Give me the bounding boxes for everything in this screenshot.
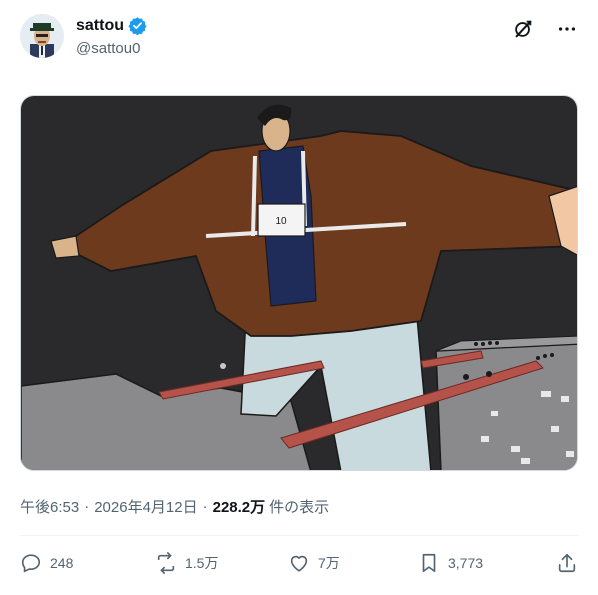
views-label: 件の表示 [269,499,330,516]
reply-icon [21,554,41,573]
views-count: 228.2万 [212,499,266,516]
author-handle[interactable]: @sattou0 [76,40,140,57]
divider [20,535,578,536]
share-icon [558,553,576,573]
post-date[interactable]: 2026年4月12日 [94,496,197,517]
reply-button[interactable]: 248 [20,552,73,574]
reply-count: 248 [50,555,74,571]
bib-number: 10 [275,216,287,227]
like-button[interactable]: 7万 [288,552,340,574]
author-name[interactable]: sattou [76,17,124,35]
heart-icon [290,555,308,572]
bookmark-button[interactable]: 3,773 [418,552,483,574]
illustration: 10 [21,96,577,470]
meta-separator: · [202,498,208,515]
repost-icon [157,552,175,574]
avatar-image [20,14,64,58]
repost-count: 1.5万 [185,555,219,571]
author-name-row[interactable]: sattou [76,16,147,36]
verified-badge-icon [128,16,147,36]
share-button[interactable] [556,552,578,574]
bookmark-icon [422,553,436,573]
more-icon[interactable] [556,18,578,40]
post-image[interactable]: 10 [20,95,578,471]
bookmark-count: 3,773 [448,555,484,571]
like-count: 7万 [318,555,340,571]
grok-icon[interactable] [512,18,534,40]
post-time[interactable]: 午後6:53 [20,496,79,517]
post-meta: 午後6:53 · 2026年4月12日 · 228.2万 件の表示 [20,496,329,517]
avatar[interactable] [20,14,64,58]
meta-separator: · [84,498,90,515]
action-bar: 248 1.5万 7万 3,773 [20,552,578,582]
repost-button[interactable]: 1.5万 [155,552,218,574]
